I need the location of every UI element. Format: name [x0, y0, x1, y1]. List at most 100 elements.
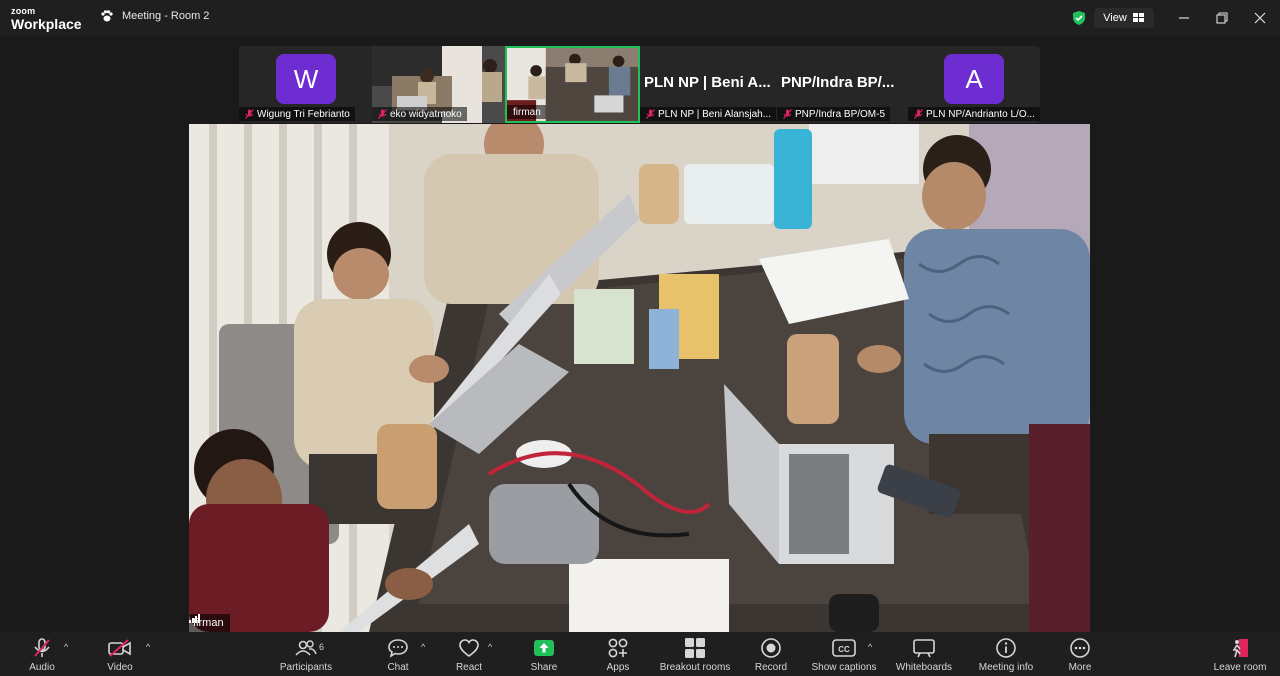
muted-mic-icon: [245, 109, 254, 119]
svg-text:CC: CC: [838, 645, 850, 654]
participant-name: PNP/Indra BP/OM-5: [795, 108, 886, 120]
meeting-info-button[interactable]: Meeting info: [975, 634, 1037, 676]
more-button[interactable]: More: [1063, 634, 1097, 676]
zoom-logo: zoom Workplace: [11, 6, 82, 32]
share-screen-icon: [534, 640, 554, 656]
record-icon: [761, 638, 781, 658]
avatar-letter: A: [965, 63, 983, 94]
react-label: React: [455, 662, 483, 673]
video-off-icon: [108, 639, 131, 657]
view-button[interactable]: View: [1094, 8, 1154, 28]
video-options-caret-icon[interactable]: ^: [146, 642, 150, 652]
participant-tile[interactable]: PLN NP | Beni A... PLN NP | Beni Alansja…: [640, 46, 777, 123]
breakout-rooms-button[interactable]: Breakout rooms: [656, 634, 734, 676]
whiteboards-label: Whiteboards: [895, 662, 953, 673]
show-captions-label: Show captions: [811, 662, 877, 673]
audio-options-caret-icon[interactable]: ^: [64, 642, 68, 652]
participant-name: PLN NP | Beni Alansjah...: [658, 108, 772, 120]
record-label: Record: [754, 662, 788, 673]
chat-button[interactable]: Chat: [382, 634, 414, 676]
participant-display-name: PLN NP | Beni A...: [644, 74, 771, 91]
whiteboard-icon: [913, 639, 935, 658]
whiteboards-button[interactable]: Whiteboards: [894, 634, 954, 676]
thumbnail-strip: W Wigung Tri Febrianto eko widyatmoko fi…: [239, 46, 1040, 123]
participants-label: Participants: [279, 662, 333, 673]
grid-view-icon: [1132, 13, 1144, 22]
info-icon: [996, 638, 1016, 658]
restore-icon: [1216, 12, 1228, 24]
chat-icon: [388, 639, 408, 658]
muted-mic-icon: [378, 109, 387, 119]
participant-tile[interactable]: PNP/Indra BP/... PNP/Indra BP/OM-5: [777, 46, 908, 123]
restore-button[interactable]: [1210, 8, 1234, 28]
participant-name-bar: PNP/Indra BP/OM-5: [777, 107, 891, 121]
participants-icon: [295, 640, 317, 656]
meeting-title: Meeting - Room 2: [100, 10, 209, 22]
close-icon: [1254, 12, 1266, 24]
meeting-main-area: W Wigung Tri Febrianto eko widyatmoko fi…: [0, 36, 1280, 632]
muted-mic-icon: [783, 109, 792, 119]
more-dots-icon: [1070, 638, 1090, 658]
react-button[interactable]: React: [452, 634, 486, 676]
paw-icon: [101, 10, 113, 22]
audio-button[interactable]: Audio: [24, 634, 60, 676]
participant-display-name: PNP/Indra BP/...: [781, 74, 895, 91]
chat-label: Chat: [387, 662, 409, 673]
muted-mic-icon: [34, 638, 50, 657]
share-button[interactable]: Share: [526, 634, 562, 676]
meeting-toolbar: Audio ^ Video ^ Participants 6 Chat ^ Re…: [0, 632, 1280, 676]
participant-name: firman: [513, 106, 541, 118]
participant-name: PLN NP/Andrianto L/O...: [926, 108, 1035, 120]
logo-line2: Workplace: [11, 16, 82, 32]
participant-tile[interactable]: W Wigung Tri Febrianto: [239, 46, 372, 123]
leave-room-label: Leave room: [1213, 662, 1267, 673]
participants-count-badge: 6: [319, 642, 325, 652]
participant-name: Wigung Tri Febrianto: [257, 108, 350, 120]
participant-tile[interactable]: eko widyatmoko: [372, 46, 505, 123]
apps-label: Apps: [606, 662, 630, 673]
share-label: Share: [530, 662, 558, 673]
meeting-title-text: Meeting - Room 2: [122, 10, 210, 22]
react-options-caret-icon[interactable]: ^: [488, 642, 492, 652]
minimize-button[interactable]: [1172, 8, 1196, 28]
participant-name-bar: PLN NP | Beni Alansjah...: [640, 107, 777, 121]
avatar: A: [944, 54, 1004, 104]
participants-button[interactable]: Participants: [276, 634, 336, 676]
captions-options-caret-icon[interactable]: ^: [868, 642, 872, 652]
participant-name-bar: firman: [507, 105, 546, 119]
main-video[interactable]: firman: [189, 124, 1090, 632]
close-button[interactable]: [1248, 8, 1272, 28]
participant-name: eko widyatmoko: [390, 108, 462, 120]
leave-door-icon: [1232, 639, 1248, 658]
apps-icon: [608, 638, 628, 658]
heart-icon: [459, 639, 479, 657]
breakout-rooms-label: Breakout rooms: [659, 662, 731, 673]
breakout-rooms-icon: [685, 638, 705, 658]
muted-mic-icon: [914, 109, 923, 119]
video-button[interactable]: Video: [102, 634, 138, 676]
participant-tile[interactable]: A PLN NP/Andrianto L/O...: [908, 46, 1040, 123]
audio-label: Audio: [29, 662, 55, 673]
view-label: View: [1103, 12, 1127, 24]
avatar: W: [276, 54, 336, 104]
meeting-info-label: Meeting info: [978, 662, 1034, 673]
logo-line1: zoom: [11, 6, 36, 16]
record-button[interactable]: Record: [752, 634, 790, 676]
chat-options-caret-icon[interactable]: ^: [421, 642, 425, 652]
participant-tile-active[interactable]: firman: [505, 46, 640, 123]
video-scene: [189, 124, 1090, 632]
title-bar: zoom Workplace Meeting - Room 2 View: [0, 0, 1280, 36]
captions-icon: CC: [832, 639, 856, 657]
security-shield-icon[interactable]: [1071, 10, 1087, 31]
apps-button[interactable]: Apps: [602, 634, 634, 676]
participant-name-bar: Wigung Tri Febrianto: [239, 107, 355, 121]
show-captions-button[interactable]: CC Show captions: [810, 634, 878, 676]
participant-name-bar: PLN NP/Andrianto L/O...: [908, 107, 1040, 121]
video-label: Video: [107, 662, 133, 673]
muted-mic-icon: [646, 109, 655, 119]
leave-room-button[interactable]: Leave room: [1210, 634, 1270, 676]
signal-strength-icon: [189, 614, 200, 623]
participant-name-bar: eko widyatmoko: [372, 107, 467, 121]
minimize-icon: [1179, 17, 1189, 19]
speaker-name-bar: firman: [189, 614, 230, 632]
